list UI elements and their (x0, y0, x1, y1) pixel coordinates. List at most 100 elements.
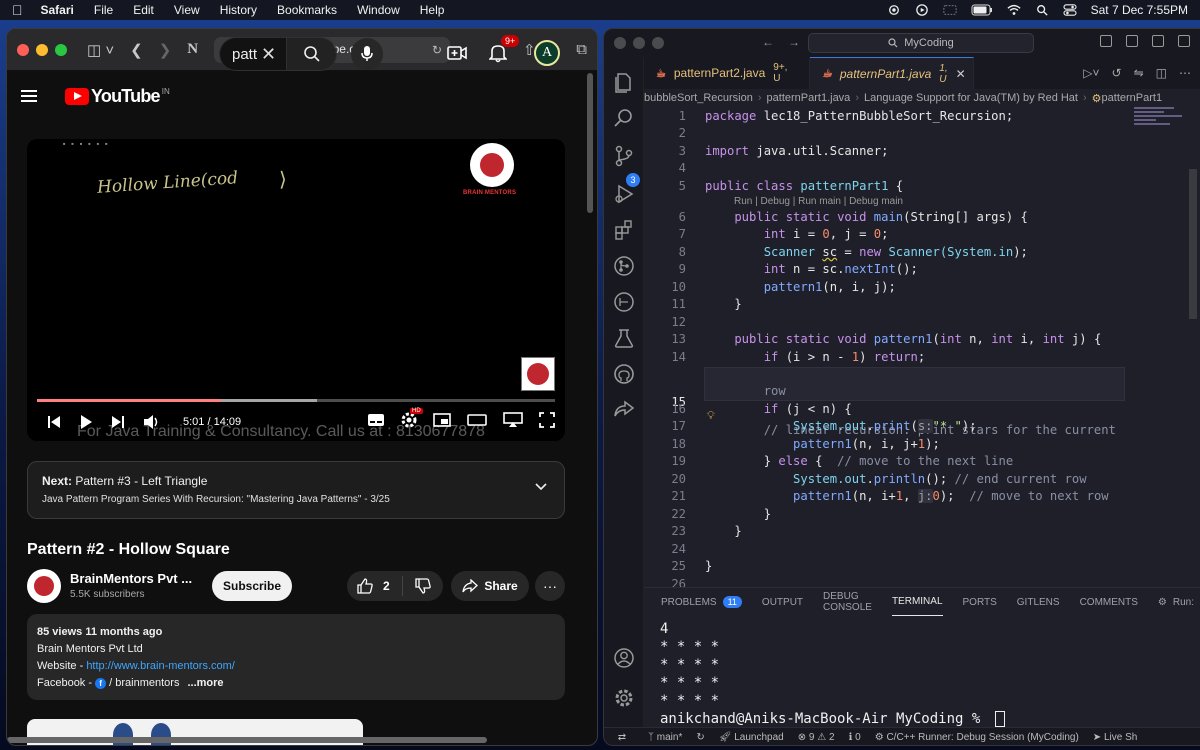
breadcrumb-symbol[interactable]: patternPart1 (1102, 92, 1163, 104)
screen-record-icon[interactable] (942, 4, 957, 16)
volume-icon[interactable] (143, 414, 161, 430)
wifi-icon[interactable] (1007, 4, 1021, 16)
horizontal-scrollbar[interactable] (7, 737, 487, 743)
explorer-icon[interactable] (613, 71, 635, 93)
theater-mode-icon[interactable] (467, 413, 487, 432)
notion-extension-icon[interactable]: N (187, 41, 198, 58)
vertical-scrollbar[interactable] (587, 73, 593, 213)
reload-icon[interactable]: ↻ (432, 43, 442, 57)
zoom-window-button[interactable] (55, 43, 67, 56)
customize-layout-icon[interactable] (1178, 35, 1190, 47)
subscribe-button[interactable]: Subscribe (212, 571, 292, 601)
terminal-prompt[interactable]: anikchand@Aniks-MacBook-Air MyCoding % (660, 710, 1005, 728)
accounts-icon[interactable] (613, 647, 635, 669)
info-summary[interactable]: ℹ︎ 0 (849, 732, 861, 743)
chevron-down-icon[interactable] (534, 482, 548, 492)
editor-scrollbar[interactable] (1189, 169, 1197, 319)
menu-file[interactable]: File (94, 3, 113, 17)
clear-search-icon[interactable]: ✕ (261, 44, 276, 65)
problems-summary[interactable]: ⊗ 9 ⚠︎ 2 (798, 732, 835, 743)
share-button[interactable]: Share (451, 571, 529, 601)
menu-help[interactable]: Help (420, 3, 445, 17)
branch-indicator[interactable]: ᛉ main* (648, 732, 682, 743)
miniplayer-icon[interactable] (433, 412, 451, 432)
codelens-run-debug[interactable]: Run | Debug | Run main | Debug main (734, 196, 903, 207)
remote-indicator-icon[interactable]: ⇄ (610, 728, 634, 745)
minimize-window-button[interactable] (36, 43, 48, 56)
tab-problems[interactable]: PROBLEMS 11 (661, 588, 742, 616)
code-editor[interactable]: 1 package lec18_PatternBubbleSort_Recursi… (644, 105, 1189, 587)
play-circle-icon[interactable] (915, 4, 929, 16)
menu-app-safari[interactable]: Safari (41, 3, 74, 17)
testing-icon[interactable] (613, 327, 635, 349)
next-icon[interactable] (111, 415, 125, 429)
dislike-button[interactable] (403, 578, 443, 594)
minimap[interactable] (1134, 107, 1189, 147)
menu-history[interactable]: History (220, 3, 257, 17)
vscode-zoom-button[interactable] (652, 37, 664, 49)
channel-avatar[interactable] (27, 569, 61, 603)
vscode-close-button[interactable] (614, 37, 626, 49)
run-debug-icon[interactable] (613, 183, 635, 205)
more-actions-icon[interactable]: ⋯ (1179, 66, 1191, 80)
close-tab-icon[interactable]: ✕ (956, 67, 966, 81)
compare-changes-icon[interactable]: ⇋ (1134, 66, 1144, 80)
timeline-icon[interactable]: ↺ (1112, 66, 1122, 80)
control-center-icon[interactable] (1063, 4, 1077, 16)
settings-gear-icon[interactable] (613, 687, 635, 709)
menu-window[interactable]: Window (357, 3, 400, 17)
nav-back-icon[interactable]: ← (762, 35, 774, 49)
more-actions-button[interactable]: ··· (535, 571, 565, 601)
breadcrumb-folder[interactable]: bubbleSort_Recursion (644, 92, 753, 104)
website-link[interactable]: http://www.brain-mentors.com/ (86, 660, 235, 672)
back-icon[interactable]: ❮ (130, 41, 143, 59)
split-editor-icon[interactable]: ◫ (1156, 66, 1167, 80)
source-control-icon[interactable] (613, 145, 635, 167)
sidebar-toggle-icon[interactable]: ◫ ˅ (87, 41, 114, 59)
menu-icon[interactable] (21, 90, 37, 102)
breadcrumb-file[interactable]: patternPart1.java (767, 92, 851, 104)
account-avatar[interactable]: A (534, 40, 560, 66)
live-share-icon[interactable] (613, 399, 635, 421)
breadcrumb-language[interactable]: Language Support for Java(TM) by Red Hat (864, 92, 1078, 104)
video-player[interactable]: ■ ■ ■ ■ ■ ■ Hollow Line(cod ⟩ BRAIN MENTORS F… (27, 139, 565, 441)
settings-gear-icon[interactable]: HD (401, 407, 423, 433)
command-center-search[interactable]: MyCoding (808, 33, 1034, 53)
close-window-button[interactable] (17, 43, 29, 56)
openai-icon[interactable] (887, 4, 901, 16)
show-more-link[interactable]: ...more (187, 677, 223, 689)
github-icon[interactable] (613, 363, 635, 385)
menu-edit[interactable]: Edit (133, 3, 154, 17)
remote-explorer-icon[interactable] (613, 291, 635, 313)
tab-output[interactable]: OUTPUT (762, 588, 803, 616)
vscode-minimize-button[interactable] (633, 37, 645, 49)
toggle-secondary-sidebar-icon[interactable] (1152, 35, 1164, 47)
apple-icon[interactable]:  (12, 2, 23, 18)
toggle-panel-icon[interactable] (1126, 35, 1138, 47)
tab-run[interactable]: ⚙︎ Run: (1158, 588, 1194, 616)
previous-icon[interactable] (47, 415, 61, 429)
subtitles-icon[interactable] (367, 413, 385, 432)
video-progress-bar[interactable] (37, 399, 555, 402)
launchpad-item[interactable]: 🚀︎ Launchpad (719, 732, 784, 743)
voice-search-button[interactable] (351, 38, 383, 70)
like-button[interactable]: 2 (347, 576, 403, 596)
debug-session-item[interactable]: ⚙︎ C/C++ Runner: Debug Session (MyCoding… (875, 732, 1079, 743)
facebook-handle[interactable]: / brainmentors (106, 677, 179, 689)
play-icon[interactable] (79, 414, 93, 430)
tab-patternpart2[interactable]: ☕︎ patternPart2.java 9+, U (644, 57, 810, 89)
tab-overview-icon[interactable]: ⧉ (576, 41, 587, 59)
description-box[interactable]: 85 views 11 months ago Brain Mentors Pvt… (27, 614, 565, 700)
spotlight-search-icon[interactable] (1035, 4, 1049, 16)
tab-patternpart1[interactable]: ☕︎ patternPart1.java 1, U ✕ (810, 57, 974, 89)
extensions-icon[interactable] (613, 219, 635, 241)
search-button[interactable] (286, 38, 336, 70)
battery-icon[interactable] (971, 4, 993, 16)
tab-terminal[interactable]: TERMINAL (891, 588, 943, 616)
next-video-card[interactable]: Next: Pattern #3 - Left Triangle Java Pa… (27, 461, 565, 519)
gitlens-icon[interactable] (613, 255, 635, 277)
channel-watermark-icon[interactable] (521, 357, 555, 391)
tab-comments[interactable]: COMMENTS (1080, 588, 1138, 616)
search-input[interactable]: patt ✕ (220, 38, 286, 70)
create-video-icon[interactable] (447, 45, 467, 61)
